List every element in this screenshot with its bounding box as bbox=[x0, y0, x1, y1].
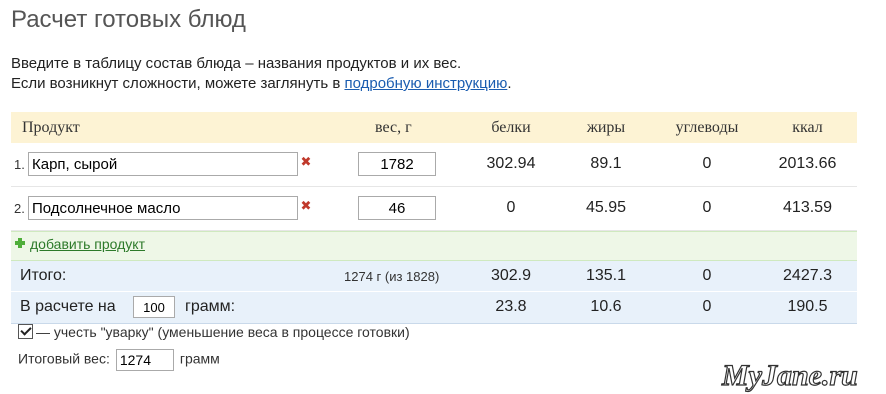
boil-off-label: — учесть "уварку" (уменьшение веса в про… bbox=[36, 324, 410, 340]
final-weight-label: Итоговый вес: bbox=[18, 350, 110, 367]
final-weight-input[interactable] bbox=[115, 349, 174, 371]
boil-off-option: — учесть "уварку" (уменьшение веса в про… bbox=[18, 322, 410, 340]
add-product-row: добавить продукт bbox=[11, 231, 857, 261]
per-kcal: 190.5 bbox=[787, 298, 828, 315]
per-carbs: 0 bbox=[702, 298, 712, 315]
intro-line-1: Введите в таблицу состав блюда – названи… bbox=[11, 55, 462, 72]
page-title: Расчет готовых блюд bbox=[11, 6, 246, 33]
table-row: 2. ✖ 0 45.95 0 413.59 bbox=[11, 187, 857, 231]
header-product: Продукт bbox=[22, 119, 80, 136]
per-amount-row: В расчете на грамм: 23.8 10.6 0 190.5 bbox=[11, 292, 857, 324]
intro-text: Введите в таблицу состав блюда – названи… bbox=[11, 54, 512, 94]
total-label: Итого: bbox=[20, 267, 67, 284]
red-cross-icon[interactable]: ✖ bbox=[300, 198, 312, 214]
calculator-table: Продукт вес, г белки жиры углеводы ккал … bbox=[11, 112, 857, 324]
plus-icon[interactable] bbox=[15, 238, 25, 248]
protein-value: 302.94 bbox=[486, 155, 536, 172]
fat-value: 89.1 bbox=[590, 155, 622, 172]
per-fat: 10.6 bbox=[590, 298, 622, 315]
product-weight-input[interactable] bbox=[358, 152, 436, 176]
watermark-text: MyJane.ru bbox=[721, 359, 858, 392]
total-fat: 135.1 bbox=[585, 267, 627, 284]
per-amount-input[interactable] bbox=[133, 296, 175, 318]
total-carbs: 0 bbox=[702, 267, 712, 284]
header-carbs: углеводы bbox=[675, 119, 739, 136]
kcal-value: 2013.66 bbox=[778, 155, 837, 172]
row-number: 2. bbox=[14, 201, 25, 216]
header-kcal: ккал bbox=[792, 119, 823, 136]
protein-value: 0 bbox=[506, 199, 516, 216]
total-weight-note: 1274 г (из 1828) bbox=[344, 269, 440, 284]
instructions-link[interactable]: подробную инструкцию bbox=[344, 75, 507, 92]
product-name-input[interactable] bbox=[28, 152, 298, 176]
per-label: В расчете на bbox=[20, 298, 116, 315]
header-protein: белки bbox=[491, 119, 531, 136]
table-row: 1. ✖ 302.94 89.1 0 2013.66 bbox=[11, 143, 857, 187]
add-product-link[interactable]: добавить продукт bbox=[30, 236, 145, 252]
carbs-value: 0 bbox=[702, 199, 712, 216]
intro-line-2: Если возникнут сложности, можете загляну… bbox=[11, 74, 512, 94]
kcal-value: 413.59 bbox=[783, 199, 832, 216]
per-protein: 23.8 bbox=[495, 298, 527, 315]
total-kcal: 2427.3 bbox=[783, 267, 832, 284]
row-number: 1. bbox=[14, 157, 25, 172]
header-fat: жиры bbox=[586, 119, 626, 136]
intro-line-2-prefix: Если возникнут сложности, можете загляну… bbox=[11, 75, 345, 92]
boil-off-checkbox[interactable] bbox=[18, 324, 33, 339]
fat-value: 45.95 bbox=[585, 199, 627, 216]
product-name-input[interactable] bbox=[28, 196, 298, 220]
watermark-logo: MyJane.ru bbox=[720, 358, 858, 392]
carbs-value: 0 bbox=[702, 155, 712, 172]
total-row: Итого: 1274 г (из 1828) 302.9 135.1 0 24… bbox=[11, 261, 857, 292]
intro-line-2-suffix: . bbox=[507, 75, 512, 92]
final-weight-row: Итоговый вес: грамм bbox=[18, 349, 220, 371]
product-weight-input[interactable] bbox=[358, 196, 436, 220]
red-cross-icon[interactable]: ✖ bbox=[300, 154, 312, 170]
per-unit-label: грамм: bbox=[185, 298, 236, 315]
total-protein: 302.9 bbox=[490, 267, 532, 284]
table-header: Продукт вес, г белки жиры углеводы ккал bbox=[11, 112, 857, 143]
header-weight: вес, г bbox=[375, 119, 412, 136]
final-weight-unit: грамм bbox=[179, 350, 220, 367]
